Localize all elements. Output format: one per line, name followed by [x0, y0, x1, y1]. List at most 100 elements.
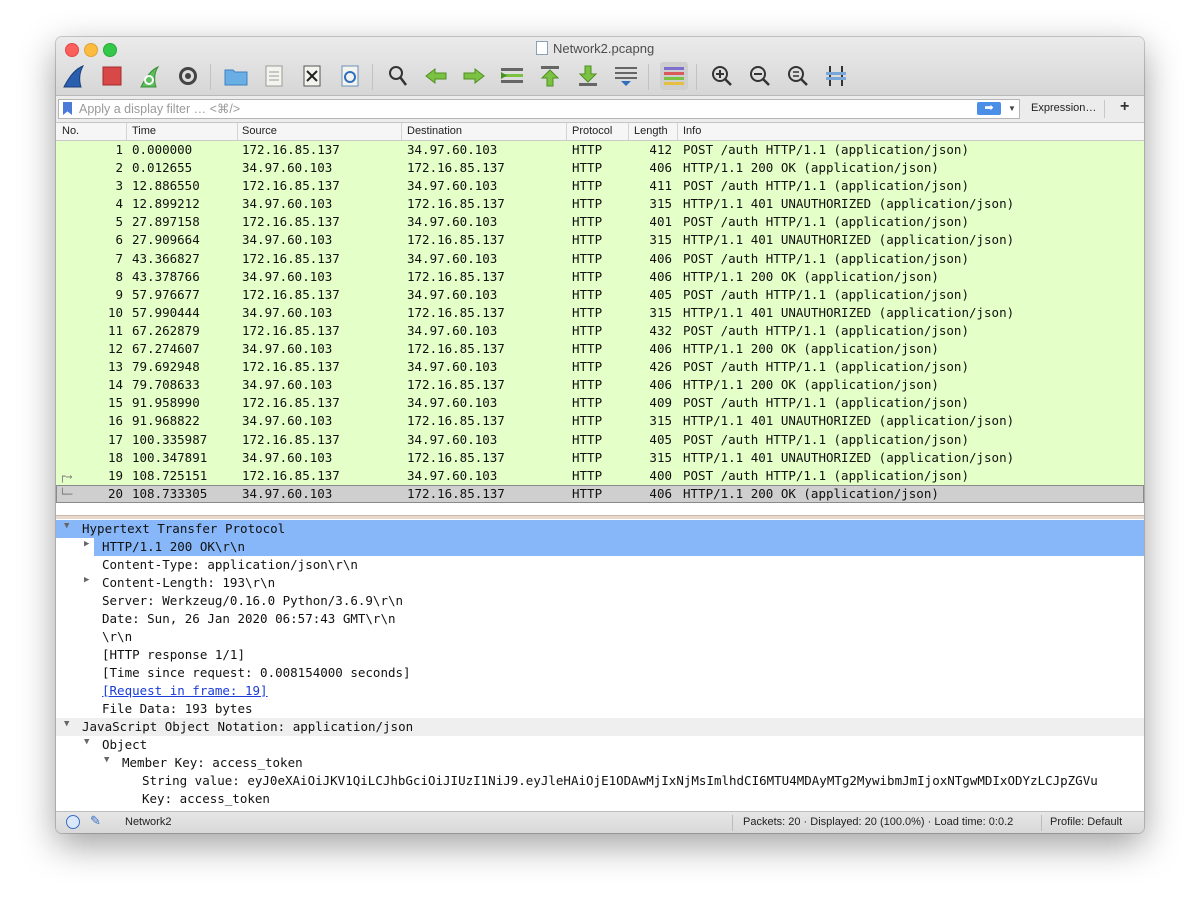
packet-cell-len: 315 [649, 449, 672, 465]
close-file-icon[interactable] [298, 62, 326, 90]
packet-row[interactable]: 7 43.366827 172.16.85.137 34.97.60.103 HTTP 4… [56, 249, 1144, 268]
find-icon[interactable] [384, 62, 412, 90]
packet-row[interactable]: 5 27.897158 172.16.85.137 34.97.60.103 HTTP 4… [56, 213, 1144, 232]
resize-columns-icon[interactable] [822, 62, 850, 90]
first-packet-icon[interactable] [536, 62, 564, 90]
packet-row[interactable]: 4 12.899212 34.97.60.103 172.16.85.137 HTTP 3… [56, 195, 1144, 214]
packet-cell-src: 172.16.85.137 [242, 178, 340, 194]
window-title: Network2.pcapng [536, 41, 654, 56]
profile-switcher[interactable]: Profile: Default [1050, 816, 1122, 828]
add-filter-button[interactable]: + [1120, 98, 1129, 116]
packet-row[interactable]: 17 100.335987 172.16.85.137 34.97.60.103 HTT… [56, 430, 1144, 449]
detail-file-data[interactable]: File Data: 193 bytes [56, 700, 1144, 718]
apply-filter-arrow-icon[interactable]: ➡ [977, 102, 1001, 115]
zoom-window-button[interactable] [103, 43, 117, 57]
packet-row[interactable]: 6 27.909664 34.97.60.103 172.16.85.137 HTTP 3… [56, 231, 1144, 250]
back-arrow-icon[interactable] [422, 62, 450, 90]
reload-icon[interactable] [336, 62, 364, 90]
close-window-button[interactable] [65, 43, 79, 57]
packet-cell-no: 16 [107, 413, 123, 429]
expert-info-icon[interactable] [66, 815, 80, 829]
go-to-packet-icon[interactable] [498, 62, 526, 90]
column-header-time[interactable]: Time [132, 125, 156, 137]
packet-cell-proto: HTTP [572, 268, 603, 284]
detail-content-type[interactable]: Content-Type: application/json\r\n [56, 556, 1144, 574]
detail-http-response[interactable]: [HTTP response 1/1] [56, 646, 1144, 664]
display-filter-input[interactable] [79, 100, 959, 118]
filter-history-chevron-down-icon[interactable]: ▼ [1005, 101, 1019, 117]
packet-cell-info: HTTP/1.1 401 UNAUTHORIZED (application/j… [683, 196, 1015, 212]
packet-row[interactable]: 8 43.378766 34.97.60.103 172.16.85.137 HTTP 4… [56, 267, 1144, 286]
packet-row[interactable]: 13 79.692948 172.16.85.137 34.97.60.103 HTTP… [56, 358, 1144, 377]
open-folder-icon[interactable] [222, 62, 250, 90]
packet-row[interactable]: 20 108.733305 34.97.60.103 172.16.85.137 HTT… [56, 484, 1144, 503]
detail-http-header[interactable]: ▼ Hypertext Transfer Protocol [56, 520, 1144, 538]
collapse-triangle-icon[interactable]: ▼ [84, 737, 89, 747]
packet-row[interactable]: 18 100.347891 34.97.60.103 172.16.85.137 HTT… [56, 448, 1144, 467]
detail-status-line[interactable]: ▶ HTTP/1.1 200 OK\r\n [84, 538, 1144, 556]
packet-cell-proto: HTTP [572, 485, 603, 501]
detail-content-length[interactable]: ▶ Content-Length: 193\r\n [56, 574, 1144, 592]
shark-fin-icon[interactable] [60, 62, 88, 90]
packet-cell-dst: 34.97.60.103 [407, 359, 498, 375]
column-header-destination[interactable]: Destination [407, 125, 462, 137]
detail-json-header[interactable]: ▼ JavaScript Object Notation: applicatio… [56, 718, 1144, 736]
collapse-triangle-icon[interactable]: ▼ [64, 719, 69, 729]
packet-row[interactable]: 11 67.262879 172.16.85.137 34.97.60.103 HTTP… [56, 321, 1144, 341]
packet-cell-no: 2 [115, 160, 123, 176]
collapse-triangle-icon[interactable]: ▼ [104, 755, 109, 765]
minimize-window-button[interactable] [84, 43, 98, 57]
detail-member-key[interactable]: ▼ Member Key: access_token [56, 754, 1144, 772]
last-packet-icon[interactable] [574, 62, 602, 90]
bookmark-icon[interactable] [63, 102, 72, 115]
edit-comment-icon[interactable]: ✎ [90, 813, 101, 829]
detail-server[interactable]: Server: Werkzeug/0.16.0 Python/3.6.9\r\n [56, 592, 1144, 610]
detail-date[interactable]: Date: Sun, 26 Jan 2020 06:57:43 GMT\r\n [56, 610, 1144, 628]
packet-cell-proto: HTTP [572, 431, 603, 447]
collapse-triangle-icon[interactable]: ▼ [64, 521, 69, 531]
packet-cell-src: 34.97.60.103 [242, 485, 333, 501]
packet-row[interactable]: 10 57.990444 34.97.60.103 172.16.85.137 HTTP… [56, 303, 1144, 322]
expand-triangle-icon[interactable]: ▶ [84, 575, 89, 585]
packet-cell-time: 100.335987 [132, 431, 208, 447]
packet-cell-dst: 172.16.85.137 [407, 413, 505, 429]
packet-row[interactable]: 9 57.976677 172.16.85.137 34.97.60.103 HTTP 4… [56, 285, 1144, 304]
column-header-no[interactable]: No. [62, 125, 79, 137]
packet-cell-proto: HTTP [572, 341, 603, 357]
packet-cell-info: HTTP/1.1 200 OK (application/json) [683, 160, 939, 176]
detail-request-in-frame-link[interactable]: [Request in frame: 19] [56, 682, 1144, 700]
packet-row[interactable]: 16 91.968822 34.97.60.103 172.16.85.137 HTTP… [56, 412, 1144, 431]
save-file-icon[interactable] [260, 62, 288, 90]
expand-triangle-icon[interactable]: ▶ [84, 539, 89, 549]
autoscroll-icon[interactable] [612, 62, 640, 90]
packet-row[interactable]: 15 91.958990 172.16.85.137 34.97.60.103 HTTP… [56, 394, 1144, 413]
request-in-frame-link[interactable]: [Request in frame: 19] [102, 683, 268, 698]
packet-row[interactable]: 2 0.012655 34.97.60.103 172.16.85.137 HTTP 40… [56, 159, 1144, 178]
packet-cell-time: 12.899212 [132, 196, 200, 212]
restart-icon[interactable] [136, 62, 164, 90]
packet-cell-time: 79.692948 [132, 359, 200, 375]
detail-crlf[interactable]: \r\n [56, 628, 1144, 646]
forward-arrow-icon[interactable] [460, 62, 488, 90]
packet-row[interactable]: 19 108.725151 172.16.85.137 34.97.60.103 HTT… [56, 466, 1144, 485]
stop-icon[interactable] [98, 62, 126, 90]
detail-key[interactable]: Key: access_token [56, 790, 1144, 808]
column-header-protocol[interactable]: Protocol [572, 125, 612, 137]
packet-row[interactable]: 14 79.708633 34.97.60.103 172.16.85.137 HTTP… [56, 376, 1144, 395]
zoom-out-icon[interactable] [746, 62, 774, 90]
packet-row[interactable]: 3 12.886550 172.16.85.137 34.97.60.103 HTTP 4… [56, 177, 1144, 196]
packet-row[interactable]: 12 67.274607 34.97.60.103 172.16.85.137 HTTP… [56, 340, 1144, 359]
packet-row[interactable]: 1 0.000000 172.16.85.137 34.97.60.103 HTTP 41… [56, 141, 1144, 160]
zoom-normal-icon[interactable] [784, 62, 812, 90]
detail-string-value[interactable]: String value: eyJ0eXAiOiJKV1QiLCJhbGciOi… [56, 772, 1144, 790]
packet-cell-info: POST /auth HTTP/1.1 (application/json) [683, 322, 969, 338]
column-header-length[interactable]: Length [634, 125, 668, 137]
colorize-icon[interactable] [660, 62, 688, 90]
column-header-info[interactable]: Info [683, 125, 701, 137]
detail-time-since-request[interactable]: [Time since request: 0.008154000 seconds… [56, 664, 1144, 682]
expression-button[interactable]: Expression… [1031, 102, 1096, 114]
detail-json-object[interactable]: ▼ Object [56, 736, 1144, 754]
options-gear-icon[interactable] [174, 62, 202, 90]
zoom-in-icon[interactable] [708, 62, 736, 90]
column-header-source[interactable]: Source [242, 125, 277, 137]
